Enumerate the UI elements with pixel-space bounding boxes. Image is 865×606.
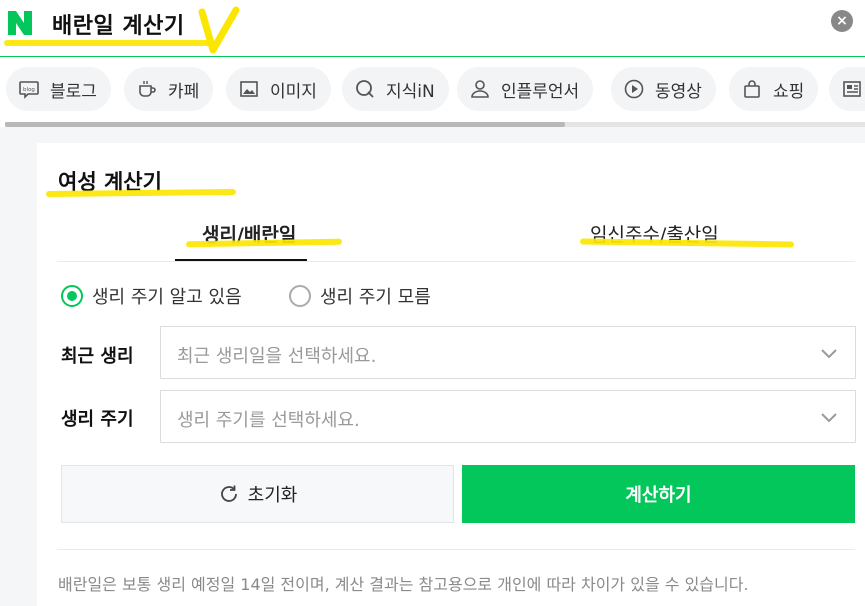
cycle-length-label: 생리 주기: [61, 409, 134, 430]
tab-label: 카페: [168, 81, 200, 102]
tab-divider: [57, 261, 855, 262]
tab-blog[interactable]: blog 블로그: [6, 67, 111, 111]
note-divider: [57, 549, 855, 550]
cafe-icon: [136, 78, 158, 100]
news-icon: [841, 78, 863, 100]
naver-logo-icon[interactable]: [5, 8, 35, 38]
search-tabs: blog 블로그 카페 이미지 지식iN 인플루언서 동영상 쇼핑: [0, 60, 865, 120]
clear-search-button[interactable]: ×: [831, 10, 853, 32]
reset-label: 초기화: [247, 485, 298, 506]
select-placeholder: 생리 주기를 선택하세요.: [177, 410, 360, 431]
radio-cycle-unknown[interactable]: 생리 주기 모름: [289, 283, 431, 309]
radio-checked-icon[interactable]: [61, 285, 83, 307]
refresh-icon: [220, 485, 237, 502]
tab-label: 쇼핑: [773, 81, 805, 102]
search-header: 배란일 계산기 ×: [0, 0, 865, 57]
calculate-label: 계산하기: [625, 485, 692, 506]
tab-shopping[interactable]: 쇼핑: [729, 67, 819, 111]
tab-kin[interactable]: 지식iN: [342, 67, 449, 111]
chevron-down-icon: [821, 413, 837, 423]
last-period-label: 최근 생리: [61, 346, 134, 367]
image-icon: [238, 78, 260, 100]
svg-text:blog: blog: [23, 87, 35, 93]
disclaimer-note: 배란일은 보통 생리 예정일 14일 전이며, 계산 결과는 참고용으로 개인에…: [58, 575, 749, 594]
radio-label: 생리 주기 모름: [320, 287, 431, 308]
tab-cafe[interactable]: 카페: [124, 67, 214, 111]
play-icon: [623, 78, 645, 100]
tab-video[interactable]: 동영상: [611, 67, 716, 111]
highlight-mark-query: [4, 40, 212, 46]
kin-icon: [354, 78, 376, 100]
radio-label: 생리 주기 알고 있음: [92, 287, 242, 308]
tab-label: 동영상: [655, 81, 702, 102]
cycle-length-select[interactable]: 생리 주기를 선택하세요.: [160, 390, 856, 443]
tab-image[interactable]: 이미지: [226, 67, 331, 111]
tab-label: 지식iN: [386, 81, 435, 102]
highlight-check-mark: [198, 6, 240, 54]
search-query[interactable]: 배란일 계산기: [52, 8, 185, 40]
radio-unchecked-icon[interactable]: [289, 285, 311, 307]
reset-button[interactable]: 초기화: [61, 465, 454, 523]
person-icon: [469, 78, 491, 100]
radio-cycle-known[interactable]: 생리 주기 알고 있음: [61, 283, 242, 309]
bag-icon: [741, 78, 763, 100]
select-placeholder: 최근 생리일을 선택하세요.: [177, 346, 377, 367]
chevron-down-icon: [821, 349, 837, 359]
tab-label: 블로그: [50, 81, 97, 102]
tab-influencer[interactable]: 인플루언서: [457, 67, 594, 111]
last-period-select[interactable]: 최근 생리일을 선택하세요.: [160, 326, 856, 379]
tab-label: 이미지: [270, 81, 317, 102]
calculate-button[interactable]: 계산하기: [462, 465, 855, 523]
blog-icon: blog: [18, 78, 40, 100]
tab-label: 인플루언서: [501, 81, 580, 102]
tab-news[interactable]: [829, 67, 865, 111]
